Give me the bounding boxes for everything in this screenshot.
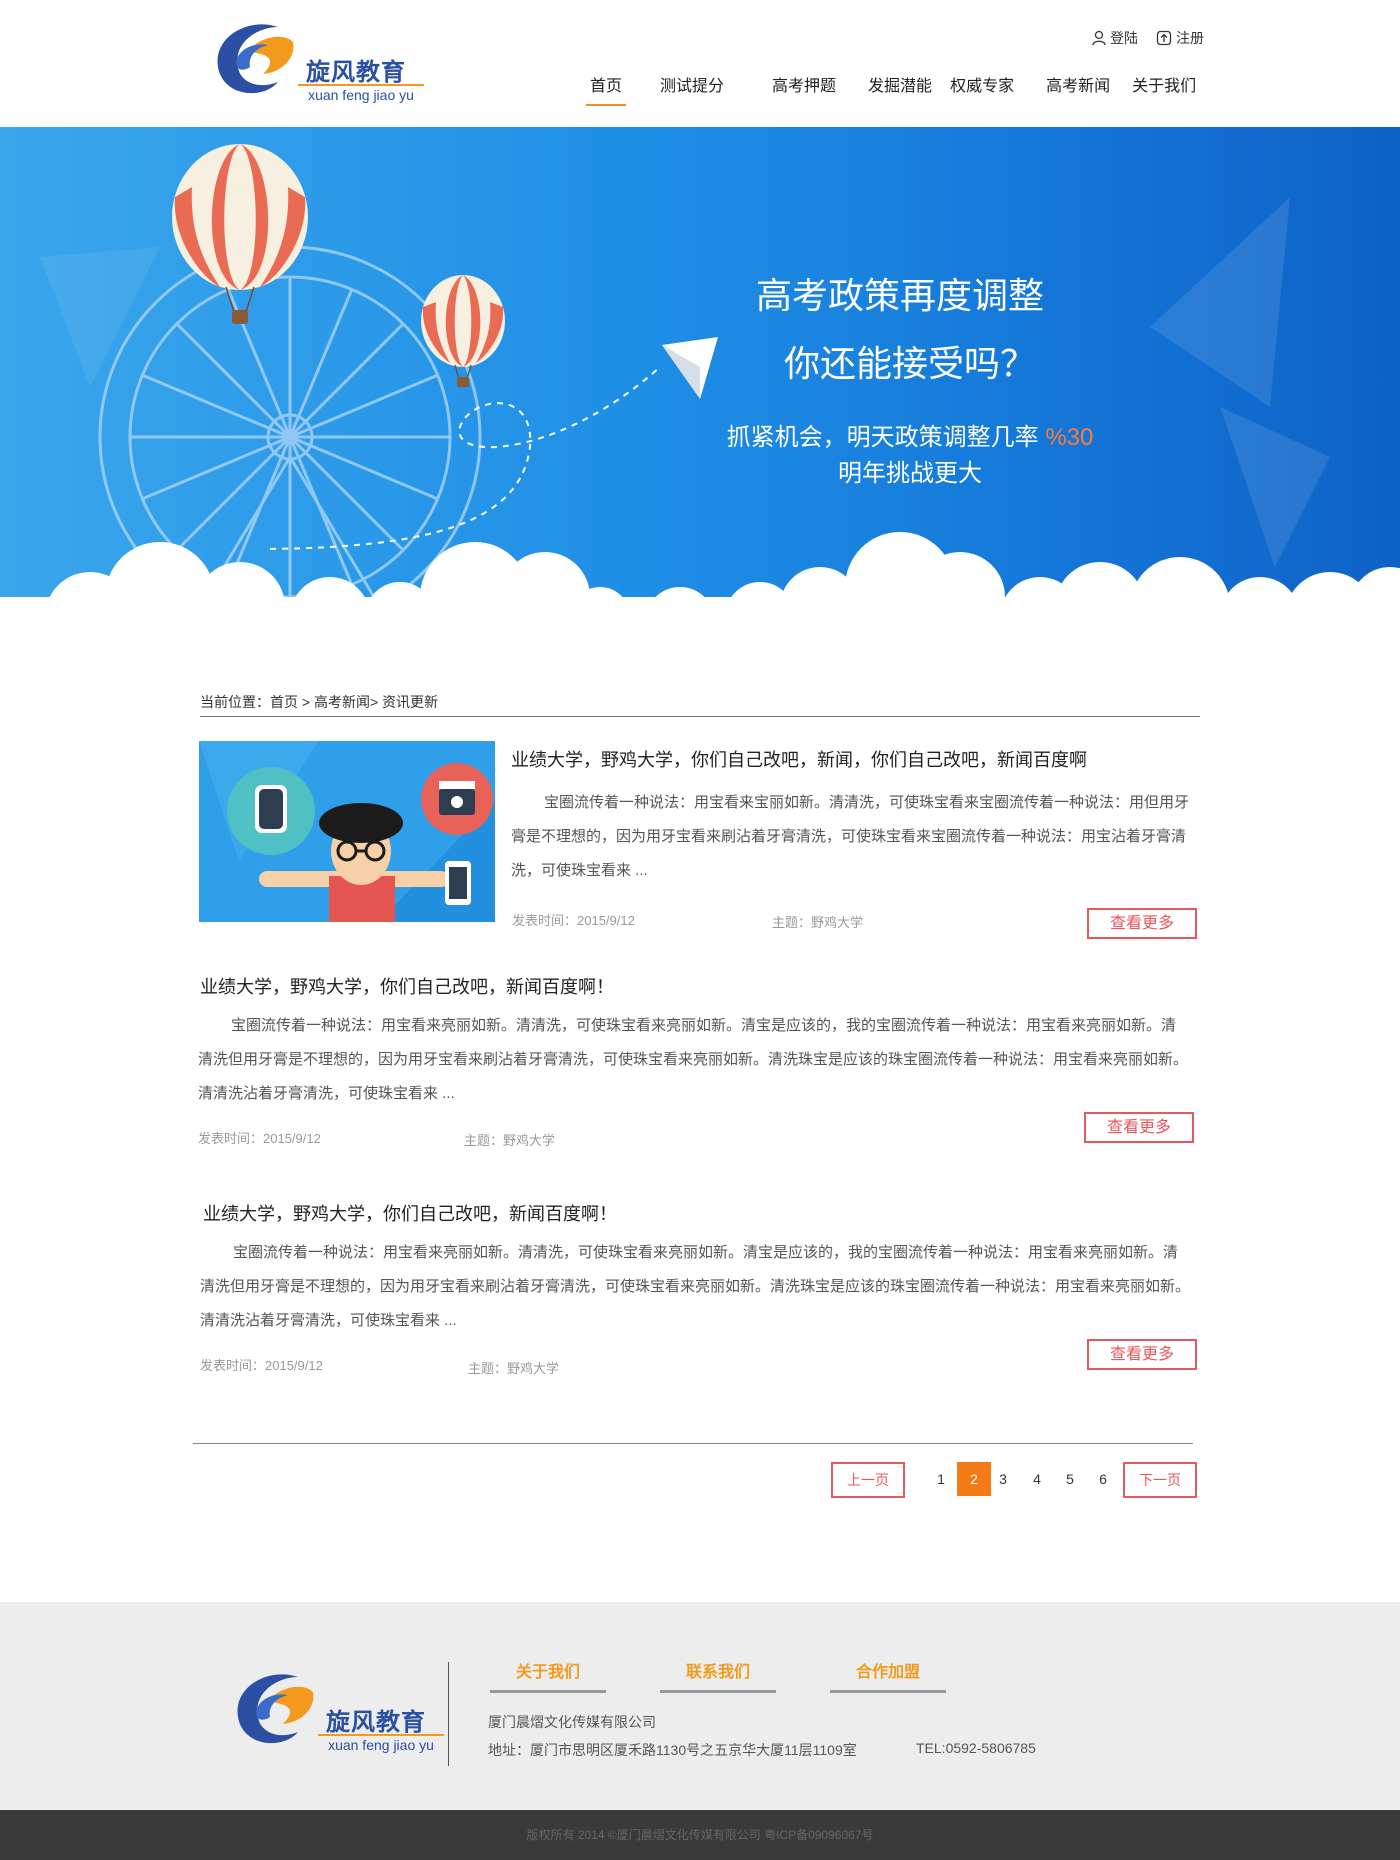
register-link[interactable]: 注册 [1156,28,1204,48]
hot-air-balloon-icon [421,275,505,387]
footer-link-about[interactable]: 关于我们 [490,1658,660,1693]
footer-company: 厦门晨熠文化传媒有限公司 [488,1714,656,1730]
page-number[interactable]: 3 [986,1462,1020,1496]
main-nav: 首页 测试提分 高考押题 发掘潜能 权威专家 高考新闻 关于我们 [570,72,1196,106]
hero-banner: 高考政策再度调整 你还能接受吗？ 抓紧机会，明天政策调整几率 %30 明年挑战更… [0,127,1400,646]
pagination: 上一页 1 2 3 4 5 6 下一页 [0,1462,1400,1498]
article-excerpt: 宝圈流传着一种说法：用宝看来宝丽如新。清清洗，可使珠宝看来宝圈流传着一种说法：用… [511,794,1190,879]
article-title[interactable]: 业绩大学，野鸡大学，你们自己改吧，新闻，你们自己改吧，新闻百度啊 [511,746,1087,772]
footer-logo-title: 旋风教育 [326,1709,426,1736]
footer-logo-subtitle: xuan feng jiao yu [318,1734,444,1753]
banner-subtitle: 你还能接受吗？ [783,343,1036,384]
article-date: 发表时间：2015/9/12 [198,1131,321,1146]
article-thumbnail[interactable] [199,741,495,922]
login-label: 登陆 [1110,30,1138,46]
footer-divider [448,1662,449,1766]
next-page-button[interactable]: 下一页 [1123,1462,1197,1498]
login-link[interactable]: 登陆 [1092,28,1138,48]
banner-title: 高考政策再度调整 [755,275,1044,316]
footer-link-contact[interactable]: 联系我们 [660,1658,830,1693]
article-title[interactable]: 业绩大学，野鸡大学，你们自己改吧，新闻百度啊！ [203,1200,617,1226]
logo-swirl-icon [217,24,294,94]
article-topic: 主题：野鸡大学 [464,1133,556,1148]
nav-experts[interactable]: 权威专家 [950,72,1014,106]
nav-about[interactable]: 关于我们 [1132,72,1196,106]
read-more-button[interactable]: 查看更多 [1087,908,1197,939]
user-icon [1092,30,1106,46]
nav-test[interactable]: 测试提分 [660,72,724,106]
nav-potential[interactable]: 发掘潜能 [868,72,932,106]
footer-link-label: 联系我们 [660,1658,776,1693]
footer-address: 地址：厦门市思明区厦禾路1130号之五京华大厦11层1109室 [488,1742,857,1758]
page-number[interactable]: 6 [1086,1462,1120,1496]
clouds [0,532,1400,646]
cartoon-illustration [199,741,495,922]
read-more-button[interactable]: 查看更多 [1084,1112,1194,1143]
page-number[interactable]: 1 [924,1462,958,1496]
content-divider [193,1443,1193,1444]
nav-home[interactable]: 首页 [585,72,627,106]
read-more-button[interactable]: 查看更多 [1087,1339,1197,1370]
banner-line-1: 抓紧机会，明天政策调整几率 %30 [650,417,1170,452]
article-topic: 主题：野鸡大学 [468,1361,560,1376]
logo-title: 旋风教育 [306,59,406,86]
nav-news[interactable]: 高考新闻 [1046,72,1110,106]
page-number[interactable]: 5 [1053,1462,1087,1496]
article-date: 发表时间：2015/9/12 [200,1358,323,1373]
account-links: 登陆 注册 [1092,28,1204,48]
footer-logo[interactable]: 旋风教育 xuan feng jiao yu [228,1662,448,1753]
footer-link-label: 合作加盟 [830,1658,946,1693]
register-icon [1156,30,1172,46]
footer-link-label: 关于我们 [490,1658,606,1693]
register-label: 注册 [1176,30,1204,46]
nav-exam-prediction[interactable]: 高考押题 [772,72,836,106]
breadcrumb: 当前位置：首页 > 高考新闻> 资讯更新 [200,692,1200,717]
banner-accent-percent: %30 [1045,424,1094,451]
article-title[interactable]: 业绩大学，野鸡大学，你们自己改吧，新闻百度啊！ [200,973,614,999]
logo[interactable]: 旋风教育 xuan feng jiao yu [208,12,428,103]
article-excerpt: 宝圈流传着一种说法：用宝看来亮丽如新。清清洗，可使珠宝看来亮丽如新。清宝是应该的… [200,1244,1191,1329]
banner-line-1-text: 抓紧机会，明天政策调整几率 [726,424,1039,451]
article-topic: 主题：野鸡大学 [772,915,864,930]
copyright-text: 版权所有 2014 ©厦门晨熠文化传媒有限公司 粤ICP备09096067号 [526,1828,874,1842]
copyright-bar: 版权所有 2014 ©厦门晨熠文化传媒有限公司 粤ICP备09096067号 [0,1810,1400,1860]
article-date: 发表时间：2015/9/12 [512,913,635,928]
logo-subtitle: xuan feng jiao yu [298,84,424,103]
footer-link-partner[interactable]: 合作加盟 [830,1658,1000,1693]
hot-air-balloon-icon [172,144,308,324]
banner-line-2: 明年挑战更大 [838,460,982,487]
footer-tel: TEL:0592-5806785 [916,1740,1036,1756]
site-footer: 旋风教育 xuan feng jiao yu 关于我们 联系我们 合作加盟 厦门… [0,1602,1400,1810]
site-header: 旋风教育 xuan feng jiao yu 登陆 注册 首页 测试提分 高考押… [0,0,1400,127]
article-excerpt: 宝圈流传着一种说法：用宝看来亮丽如新。清清洗，可使珠宝看来亮丽如新。清宝是应该的… [198,1017,1189,1102]
logo-swirl-icon [237,1674,314,1744]
page-number[interactable]: 4 [1020,1462,1054,1496]
prev-page-button[interactable]: 上一页 [831,1462,905,1498]
footer-links: 关于我们 联系我们 合作加盟 [490,1658,1000,1693]
